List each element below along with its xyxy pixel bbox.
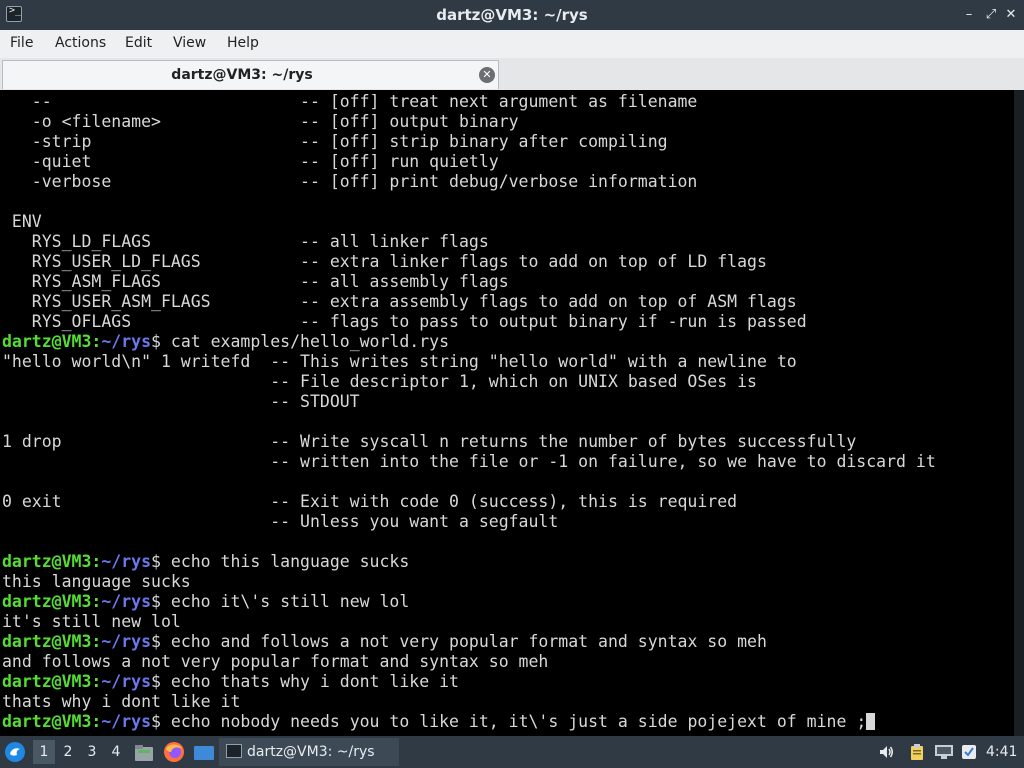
output-line: -o <filename> -- [off] output binary bbox=[2, 112, 519, 131]
output-line: this language sucks bbox=[2, 572, 191, 591]
output-line: RYS_LD_FLAGS -- all linker flags bbox=[2, 232, 489, 251]
prompt-path: ~/rys bbox=[101, 672, 152, 691]
firefox-icon[interactable] bbox=[163, 741, 185, 763]
maximize-icon[interactable]: ⤢ bbox=[984, 8, 998, 22]
window-title: dartz@VM3: ~/rys bbox=[436, 6, 588, 24]
command-text: $ echo it\'s still new lol bbox=[151, 592, 410, 611]
output-line: RYS_USER_ASM_FLAGS -- extra assembly fla… bbox=[2, 292, 797, 311]
menu-view[interactable]: View bbox=[173, 30, 206, 56]
output-line: -- STDOUT bbox=[2, 392, 360, 411]
tab-label: dartz@VM3: ~/rys bbox=[171, 67, 313, 83]
menu-edit[interactable]: Edit bbox=[125, 30, 152, 56]
tab-bar: dartz@VM3: ~/rys ✕ bbox=[0, 58, 1024, 91]
prompt-line: dartz@VM3:~/rys$ echo and follows a not … bbox=[2, 632, 1014, 652]
network-icon[interactable] bbox=[934, 744, 954, 760]
menu-help[interactable]: Help bbox=[227, 30, 259, 56]
output-line: -verbose -- [off] print debug/verbose in… bbox=[2, 172, 698, 191]
output-line: thats why i dont like it bbox=[2, 692, 241, 711]
prompt-path: ~/rys bbox=[101, 712, 152, 731]
workspace-4[interactable]: 4 bbox=[105, 740, 127, 764]
title-bar: >_ dartz@VM3: ~/rys – ⤢ ✕ bbox=[0, 0, 1024, 30]
text-cursor bbox=[866, 713, 876, 730]
file-manager-icon[interactable] bbox=[134, 743, 154, 763]
minimize-icon[interactable]: – bbox=[962, 8, 976, 22]
prompt-user: dartz@VM3: bbox=[2, 712, 102, 731]
terminal-output[interactable]: -- -- [off] treat next argument as filen… bbox=[0, 90, 1014, 736]
command-text: $ echo thats why i dont like it bbox=[151, 672, 459, 691]
volume-icon[interactable] bbox=[878, 744, 894, 760]
taskbar-task-label: dartz@VM3: ~/rys bbox=[247, 744, 375, 760]
clipboard-icon[interactable] bbox=[908, 743, 926, 761]
output-line: and follows a not very popular format an… bbox=[2, 652, 549, 671]
output-line: RYS_ASM_FLAGS -- all assembly flags bbox=[2, 272, 509, 291]
workspace-1[interactable]: 1 bbox=[33, 740, 55, 764]
menu-file[interactable]: File bbox=[10, 30, 33, 56]
scrollbar[interactable] bbox=[1014, 90, 1024, 736]
command-text: $ echo and follows a not very popular fo… bbox=[151, 632, 767, 651]
prompt-user: dartz@VM3: bbox=[2, 332, 102, 351]
output-line: -strip -- [off] strip binary after compi… bbox=[2, 132, 668, 151]
terminal-icon bbox=[226, 744, 242, 758]
output-line: -- Unless you want a segfault bbox=[2, 512, 559, 531]
prompt-user: dartz@VM3: bbox=[2, 552, 102, 571]
prompt-path: ~/rys bbox=[101, 592, 152, 611]
workspace-3[interactable]: 3 bbox=[81, 740, 103, 764]
prompt-line: dartz@VM3:~/rys$ echo nobody needs you t… bbox=[2, 712, 1014, 732]
output-line: 1 drop -- Write syscall n returns the nu… bbox=[2, 432, 857, 451]
command-text: $ cat examples/hello_world.rys bbox=[151, 332, 450, 351]
output-line: "hello world\n" 1 writefd -- This writes… bbox=[2, 352, 797, 371]
tab-terminal[interactable]: dartz@VM3: ~/rys ✕ bbox=[2, 60, 499, 89]
prompt-path: ~/rys bbox=[101, 332, 152, 351]
terminal-text: -- -- [off] treat next argument as filen… bbox=[0, 90, 1014, 732]
output-line: RYS_USER_LD_FLAGS -- extra linker flags … bbox=[2, 252, 767, 271]
prompt-line: dartz@VM3:~/rys$ echo it\'s still new lo… bbox=[2, 592, 1014, 612]
output-line: -quiet -- [off] run quietly bbox=[2, 152, 499, 171]
show-desktop-icon[interactable] bbox=[193, 744, 215, 762]
prompt-line: dartz@VM3:~/rys$ cat examples/hello_worl… bbox=[2, 332, 1014, 352]
prompt-user: dartz@VM3: bbox=[2, 672, 102, 691]
start-menu-icon[interactable] bbox=[4, 741, 26, 763]
output-line: -- -- [off] treat next argument as filen… bbox=[2, 92, 698, 111]
close-icon[interactable]: ✕ bbox=[1004, 8, 1018, 22]
prompt-user: dartz@VM3: bbox=[2, 632, 102, 651]
prompt-line: dartz@VM3:~/rys$ echo this language suck… bbox=[2, 552, 1014, 572]
menu-actions[interactable]: Actions bbox=[55, 30, 106, 56]
output-line: 0 exit -- Exit with code 0 (success), th… bbox=[2, 492, 738, 511]
menu-bar: File Actions Edit View Help bbox=[0, 30, 1024, 59]
command-text: $ echo nobody needs you to like it, it\'… bbox=[151, 712, 867, 731]
prompt-path: ~/rys bbox=[101, 552, 152, 571]
output-line: RYS_OFLAGS -- flags to pass to output bi… bbox=[2, 312, 807, 331]
prompt-user: dartz@VM3: bbox=[2, 592, 102, 611]
prompt-line: dartz@VM3:~/rys$ echo thats why i dont l… bbox=[2, 672, 1014, 692]
prompt-path: ~/rys bbox=[101, 632, 152, 651]
output-line: -- written into the file or -1 on failur… bbox=[2, 452, 936, 471]
output-line: -- File descriptor 1, which on UNIX base… bbox=[2, 372, 757, 391]
command-text: $ echo this language sucks bbox=[151, 552, 410, 571]
output-line: ENV bbox=[2, 212, 42, 231]
taskbar: 1234 dartz@VM3: ~/rys 4:41 bbox=[0, 736, 1024, 768]
output-line: it's still new lol bbox=[2, 612, 181, 631]
workspace-2[interactable]: 2 bbox=[57, 740, 79, 764]
tab-close-icon[interactable]: ✕ bbox=[479, 67, 495, 83]
clock: 4:41 bbox=[986, 744, 1018, 760]
update-notifier-icon[interactable] bbox=[961, 744, 977, 760]
taskbar-task-terminal[interactable]: dartz@VM3: ~/rys bbox=[219, 738, 399, 766]
